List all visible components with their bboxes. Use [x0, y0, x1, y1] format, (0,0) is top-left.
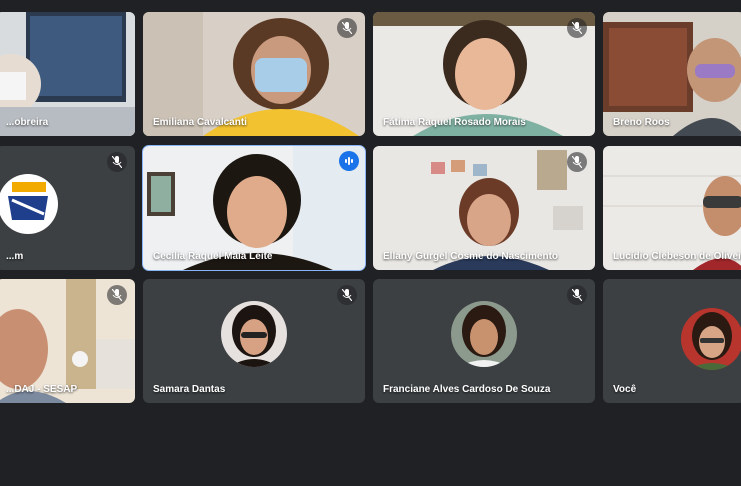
participant-name: Franciane Alves Cardoso De Souza — [383, 384, 551, 395]
avatar — [681, 308, 741, 370]
participant-name: Emiliana Cavalcanti — [153, 117, 247, 128]
participant-tile-7[interactable]: Ellany Gurgel Cosme do Nascimento — [373, 146, 595, 270]
participant-name: Samara Dantas — [153, 384, 226, 395]
participant-tile-1[interactable]: ...obreira — [0, 12, 135, 136]
participant-tile-5[interactable]: ...m — [0, 146, 135, 270]
mic-off-icon — [567, 285, 587, 305]
avatar — [0, 174, 58, 234]
participant-name: Você — [613, 384, 637, 395]
participant-name: Ellany Gurgel Cosme do Nascimento — [383, 251, 559, 262]
mic-off-icon — [337, 18, 357, 38]
mic-off-icon — [107, 152, 127, 172]
audio-level-icon — [339, 151, 359, 171]
participant-tile-8[interactable]: Lucídio Clebeson de Oliveira — [603, 146, 741, 270]
participant-name: Lucídio Clebeson de Oliveira — [613, 251, 741, 262]
mic-off-icon — [567, 152, 587, 172]
participant-tile-3[interactable]: Fátima Raquel Rosado Morais — [373, 12, 595, 136]
mic-off-icon — [337, 285, 357, 305]
participant-name: ...DAJ - SESAP — [6, 384, 78, 395]
avatar — [451, 301, 517, 367]
avatar — [221, 301, 287, 367]
participant-name: ...obreira — [6, 117, 49, 128]
participant-name: Breno Roos — [613, 117, 670, 128]
participant-tile-9[interactable]: ...DAJ - SESAP — [0, 279, 135, 403]
participant-tile-11[interactable]: Franciane Alves Cardoso De Souza — [373, 279, 595, 403]
participant-name: Cecília Raquel Maia Leite — [153, 251, 273, 262]
participant-name: Fátima Raquel Rosado Morais — [383, 117, 526, 128]
participant-name: ...m — [6, 251, 24, 262]
participant-tile-4[interactable]: Breno Roos — [603, 12, 741, 136]
mic-off-icon — [107, 285, 127, 305]
participant-tile-10[interactable]: Samara Dantas — [143, 279, 365, 403]
mic-off-icon — [567, 18, 587, 38]
participant-tile-2[interactable]: Emiliana Cavalcanti — [143, 12, 365, 136]
participant-tile-12[interactable]: Você — [603, 279, 741, 403]
participant-tile-6[interactable]: Cecília Raquel Maia Leite — [142, 145, 366, 271]
